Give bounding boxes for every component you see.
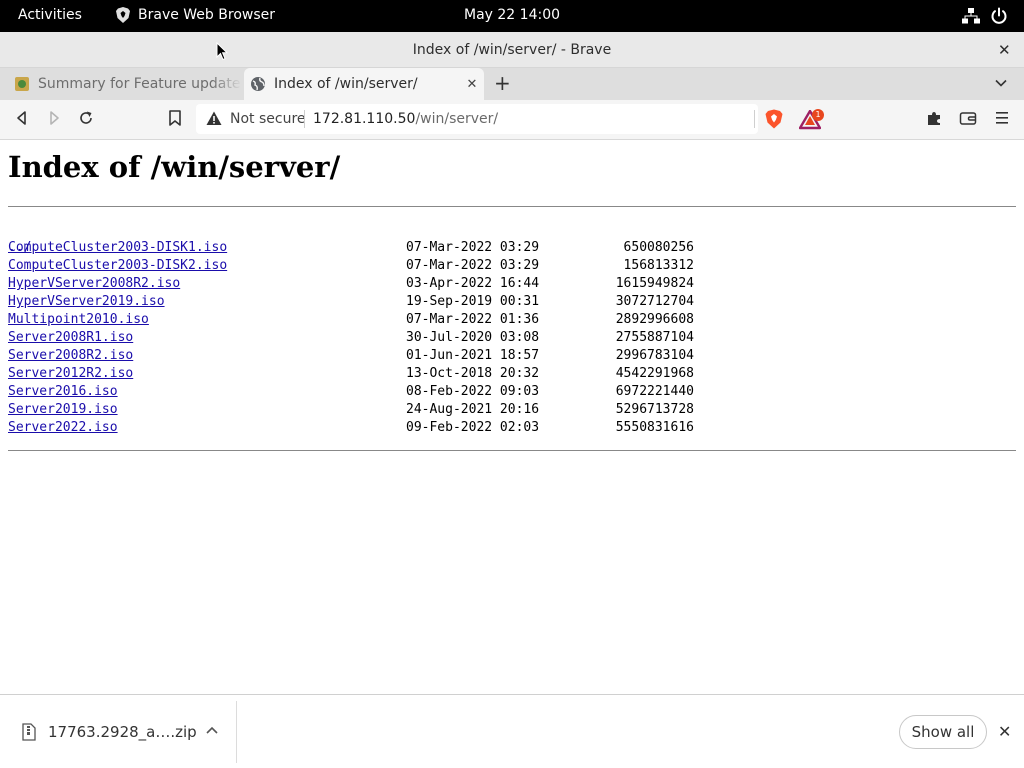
file-size: 1615949824 (615, 276, 694, 291)
file-row: HyperVServer2019.iso 19-Sep-2019 00:31 307… (8, 293, 1008, 311)
file-row: Server2016.iso 08-Feb-2022 09:03 697222144… (8, 383, 1008, 401)
page-content: Index of /win/server/ ../ ComputeCluster… (0, 140, 1024, 694)
file-size: 2996783104 (615, 348, 694, 363)
page-title: Index of /win/server/ (8, 150, 341, 184)
file-link[interactable]: Server2016.iso (8, 383, 118, 401)
download-filename[interactable]: 17763.2928_a….zip (48, 723, 197, 741)
extensions-icon[interactable] (926, 110, 942, 126)
tab-close-icon[interactable]: ✕ (460, 77, 484, 92)
tab-index-win-server[interactable]: Index of /win/server/ ✕ (244, 68, 484, 100)
bookmark-icon[interactable] (168, 110, 182, 126)
rewards-badge: 1 (812, 109, 824, 121)
url-host: 172.81.110.50 (313, 111, 416, 127)
file-date: 03-Apr-2022 16:44 (406, 276, 540, 291)
power-icon[interactable] (990, 7, 1008, 25)
url-text[interactable]: 172.81.110.50/win/server/ (313, 111, 498, 127)
new-tab-icon[interactable]: + (494, 73, 511, 93)
reload-icon[interactable] (78, 110, 94, 126)
file-date: 07-Mar-2022 03:29 (406, 258, 540, 273)
file-row: Multipoint2010.iso 07-Mar-2022 01:36 28929… (8, 311, 1008, 329)
file-link[interactable]: HyperVServer2019.iso (8, 293, 165, 311)
app-name: Brave Web Browser (138, 7, 275, 23)
divider-bottom (8, 450, 1016, 451)
file-date: 19-Sep-2019 00:31 (406, 294, 540, 309)
omnibox-separator (304, 110, 305, 128)
show-all-button[interactable]: Show all (899, 715, 987, 749)
download-shelf: 17763.2928_a….zip Show all ✕ (0, 694, 1024, 768)
file-size: 6972221440 (615, 384, 694, 399)
url-path: /win/server/ (415, 111, 499, 127)
tab-search-chevron-icon[interactable] (994, 76, 1008, 90)
parent-dir-row: ../ (8, 221, 1008, 255)
security-label[interactable]: Not secure (230, 111, 306, 127)
shelf-close-icon[interactable]: ✕ (998, 722, 1011, 741)
file-link[interactable]: Server2008R2.iso (8, 347, 133, 365)
forward-icon[interactable] (46, 110, 62, 126)
file-link[interactable]: Multipoint2010.iso (8, 311, 149, 329)
file-listing: ../ ComputeCluster2003-DISK1.iso 07-Mar-2… (8, 221, 1008, 437)
activities-button[interactable]: Activities (18, 7, 82, 23)
mouse-pointer-icon (216, 42, 228, 61)
tab-feature-update[interactable]: Summary for Feature update to (8, 68, 242, 100)
file-date: 07-Mar-2022 01:36 (406, 312, 540, 327)
file-link[interactable]: Server2008R1.iso (8, 329, 133, 347)
back-icon[interactable] (14, 110, 30, 126)
browser-toolbar: Not secure 172.81.110.50/win/server/ (0, 100, 1024, 140)
brave-shield-icon[interactable] (765, 109, 783, 129)
network-icon[interactable] (962, 8, 980, 24)
file-row: Server2012R2.iso 13-Oct-2018 20:32 4542291… (8, 365, 1008, 383)
system-top-bar: Activities Brave Web Browser May 22 14:0… (0, 0, 1024, 32)
brave-rewards-icon[interactable]: 1 (799, 108, 825, 130)
file-date: 09-Feb-2022 02:03 (406, 420, 540, 435)
file-link[interactable]: Server2019.iso (8, 401, 118, 419)
file-size: 5296713728 (615, 402, 694, 417)
divider-top (8, 206, 1016, 207)
file-date: 01-Jun-2021 18:57 (406, 348, 540, 363)
window-title: Index of /win/server/ - Brave (412, 42, 612, 58)
file-size: 156813312 (623, 258, 694, 273)
file-link[interactable]: Server2022.iso (8, 419, 118, 437)
warning-icon[interactable] (206, 111, 222, 126)
file-link[interactable]: HyperVServer2008R2.iso (8, 275, 180, 293)
tab-title: Summary for Feature update to (38, 76, 242, 92)
wallet-icon[interactable] (959, 110, 977, 126)
file-date: 07-Mar-2022 03:29 (406, 240, 540, 255)
address-bar[interactable]: Not secure 172.81.110.50/win/server/ (196, 104, 758, 134)
feature-update-icon (15, 77, 29, 91)
file-size: 650080256 (623, 240, 694, 255)
window-titlebar[interactable]: Index of /win/server/ - Brave ✕ (0, 32, 1024, 68)
window-close-icon[interactable]: ✕ (998, 41, 1011, 59)
file-size: 2755887104 (615, 330, 694, 345)
brave-logo-icon (116, 7, 130, 23)
file-row: Server2008R2.iso 01-Jun-2021 18:57 2996783… (8, 347, 1008, 365)
file-link[interactable]: ComputeCluster2003-DISK2.iso (8, 257, 227, 275)
shelf-divider (236, 701, 237, 763)
menu-icon[interactable] (995, 110, 1009, 126)
file-link[interactable]: Server2012R2.iso (8, 365, 133, 383)
file-row: HyperVServer2008R2.iso 03-Apr-2022 16:44 1… (8, 275, 1008, 293)
clock[interactable]: May 22 14:00 (464, 7, 560, 23)
file-size: 5550831616 (615, 420, 694, 435)
file-row: ComputeCluster2003-DISK1.iso 07-Mar-2022 … (8, 239, 1008, 257)
zip-file-icon (22, 723, 36, 741)
tab-title: Index of /win/server/ (274, 76, 418, 92)
file-size: 2892996608 (615, 312, 694, 327)
file-date: 08-Feb-2022 09:03 (406, 384, 540, 399)
file-size: 3072712704 (615, 294, 694, 309)
file-date: 30-Jul-2020 03:08 (406, 330, 540, 345)
chevron-up-icon[interactable] (206, 725, 218, 735)
app-menu[interactable]: Brave Web Browser (116, 7, 275, 23)
file-date: 24-Aug-2021 20:16 (406, 402, 540, 417)
globe-icon (251, 77, 265, 91)
tab-strip: Summary for Feature update to Index of /… (0, 68, 1024, 100)
file-link[interactable]: ComputeCluster2003-DISK1.iso (8, 239, 227, 257)
file-size: 4542291968 (615, 366, 694, 381)
file-row: Server2008R1.iso 30-Jul-2020 03:08 2755887… (8, 329, 1008, 347)
file-row: Server2022.iso 09-Feb-2022 02:03 555083161… (8, 419, 1008, 437)
file-row: ComputeCluster2003-DISK2.iso 07-Mar-2022 … (8, 257, 1008, 275)
file-row: Server2019.iso 24-Aug-2021 20:16 529671372… (8, 401, 1008, 419)
omnibox-separator (754, 110, 755, 128)
file-date: 13-Oct-2018 20:32 (406, 366, 540, 381)
